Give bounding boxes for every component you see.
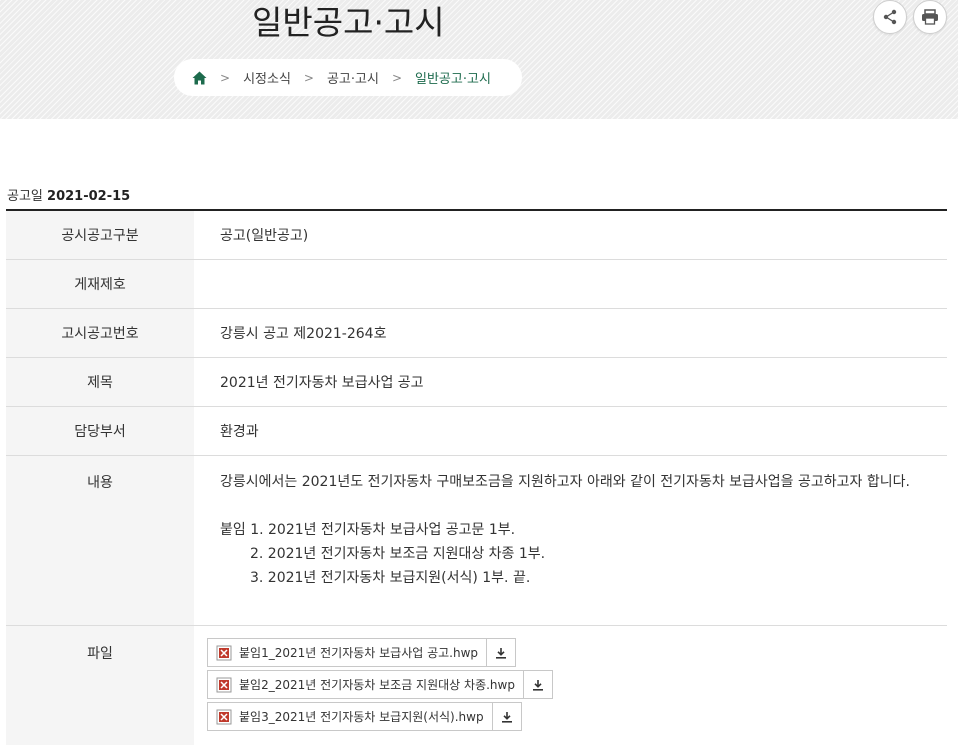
table-row: 고시공고번호 강릉시 공고 제2021-264호 [6, 309, 947, 358]
hwp-file-icon [216, 709, 232, 724]
notice-date-label: 공고일 [7, 189, 43, 204]
row-label: 제목 [6, 358, 194, 406]
download-button[interactable] [486, 638, 517, 667]
breadcrumb-separator: > [220, 70, 231, 85]
breadcrumb-separator: > [391, 70, 403, 85]
file-name-label: 붙임2_2021년 전기자동차 보조금 지원대상 차종.hwp [239, 678, 515, 692]
row-label: 공시공고구분 [6, 211, 194, 259]
breadcrumb: > 시정소식 > 공고·고시 > 일반공고·고시 [174, 59, 522, 96]
file-name-label: 붙임3_2021년 전기자동차 보급지원(서식).hwp [239, 710, 484, 724]
print-icon [922, 9, 938, 25]
download-button[interactable] [522, 670, 553, 699]
breadcrumb-item-news[interactable]: 시정소식 [243, 68, 291, 87]
file-item: 붙임2_2021년 전기자동차 보조금 지원대상 차종.hwp [207, 670, 947, 699]
download-icon [532, 679, 543, 691]
row-label: 고시공고번호 [6, 309, 194, 357]
table-row: 담당부서 환경과 [6, 407, 947, 456]
file-link[interactable]: 붙임1_2021년 전기자동차 보급사업 공고.hwp [207, 638, 487, 667]
file-list: 붙임1_2021년 전기자동차 보급사업 공고.hwp 붙임2_2021년 전기… [194, 626, 947, 745]
row-value [194, 260, 947, 308]
share-icon [883, 9, 897, 25]
table-row: 공시공고구분 공고(일반공고) [6, 211, 947, 260]
file-link[interactable]: 붙임2_2021년 전기자동차 보조금 지원대상 차종.hwp [207, 670, 523, 699]
breadcrumb-item-current[interactable]: 일반공고·고시 [415, 68, 491, 87]
row-label: 파일 [6, 626, 194, 745]
table-row: 제목 2021년 전기자동차 보급사업 공고 [6, 358, 947, 407]
breadcrumb-separator: > [303, 70, 314, 85]
home-icon [192, 71, 207, 84]
row-value: 환경과 [220, 424, 259, 440]
content-paragraph: 강릉시에서는 2021년도 전기자동차 구매보조금을 지원하고자 아래와 같이 … [220, 474, 910, 490]
row-label: 담당부서 [6, 407, 194, 455]
print-button[interactable] [913, 0, 947, 34]
attachment-line: 붙임 1. 2021년 전기자동차 보급사업 공고문 1부. [220, 522, 516, 538]
attachment-line: 3. 2021년 전기자동차 보급지원(서식) 1부. 끝. [250, 570, 531, 586]
page-title: 일반공고·고시 [252, 3, 445, 42]
file-link[interactable]: 붙임3_2021년 전기자동차 보급지원(서식).hwp [207, 702, 492, 731]
file-name-label: 붙임1_2021년 전기자동차 보급사업 공고.hwp [239, 646, 479, 660]
row-label: 내용 [6, 456, 194, 625]
row-value: 공고(일반공고) [220, 228, 309, 244]
attachment-line: 2. 2021년 전기자동차 보조금 지원대상 차종 1부. [250, 546, 546, 562]
content-spacer [220, 494, 939, 518]
notice-date-value: 2021-02-15 [47, 189, 131, 204]
content-body: 강릉시에서는 2021년도 전기자동차 구매보조금을 지원하고자 아래와 같이 … [194, 456, 947, 625]
breadcrumb-home[interactable] [192, 71, 207, 85]
table-row: 게재제호 [6, 260, 947, 309]
row-value: 강릉시 공고 제2021-264호 [220, 326, 387, 342]
share-button[interactable] [873, 0, 907, 34]
notice-detail-table: 공시공고구분 공고(일반공고) 게재제호 고시공고번호 강릉시 공고 제2021… [6, 209, 947, 745]
file-item: 붙임3_2021년 전기자동차 보급지원(서식).hwp [207, 702, 947, 731]
hwp-file-icon [216, 677, 232, 692]
download-icon [496, 647, 507, 659]
hwp-file-icon [216, 645, 232, 660]
row-value: 2021년 전기자동차 보급사업 공고 [220, 375, 424, 391]
download-icon [501, 711, 512, 723]
notice-date: 공고일 2021-02-15 [7, 185, 130, 204]
download-button[interactable] [491, 702, 522, 731]
table-row-content: 내용 강릉시에서는 2021년도 전기자동차 구매보조금을 지원하고자 아래와 … [6, 456, 947, 626]
breadcrumb-item-notices[interactable]: 공고·고시 [327, 68, 379, 87]
file-item: 붙임1_2021년 전기자동차 보급사업 공고.hwp [207, 638, 947, 667]
row-label: 게재제호 [6, 260, 194, 308]
table-row-files: 파일 붙임1_2021년 전기자동차 보급사업 공고.hwp 붙임2_2021년… [6, 626, 947, 745]
